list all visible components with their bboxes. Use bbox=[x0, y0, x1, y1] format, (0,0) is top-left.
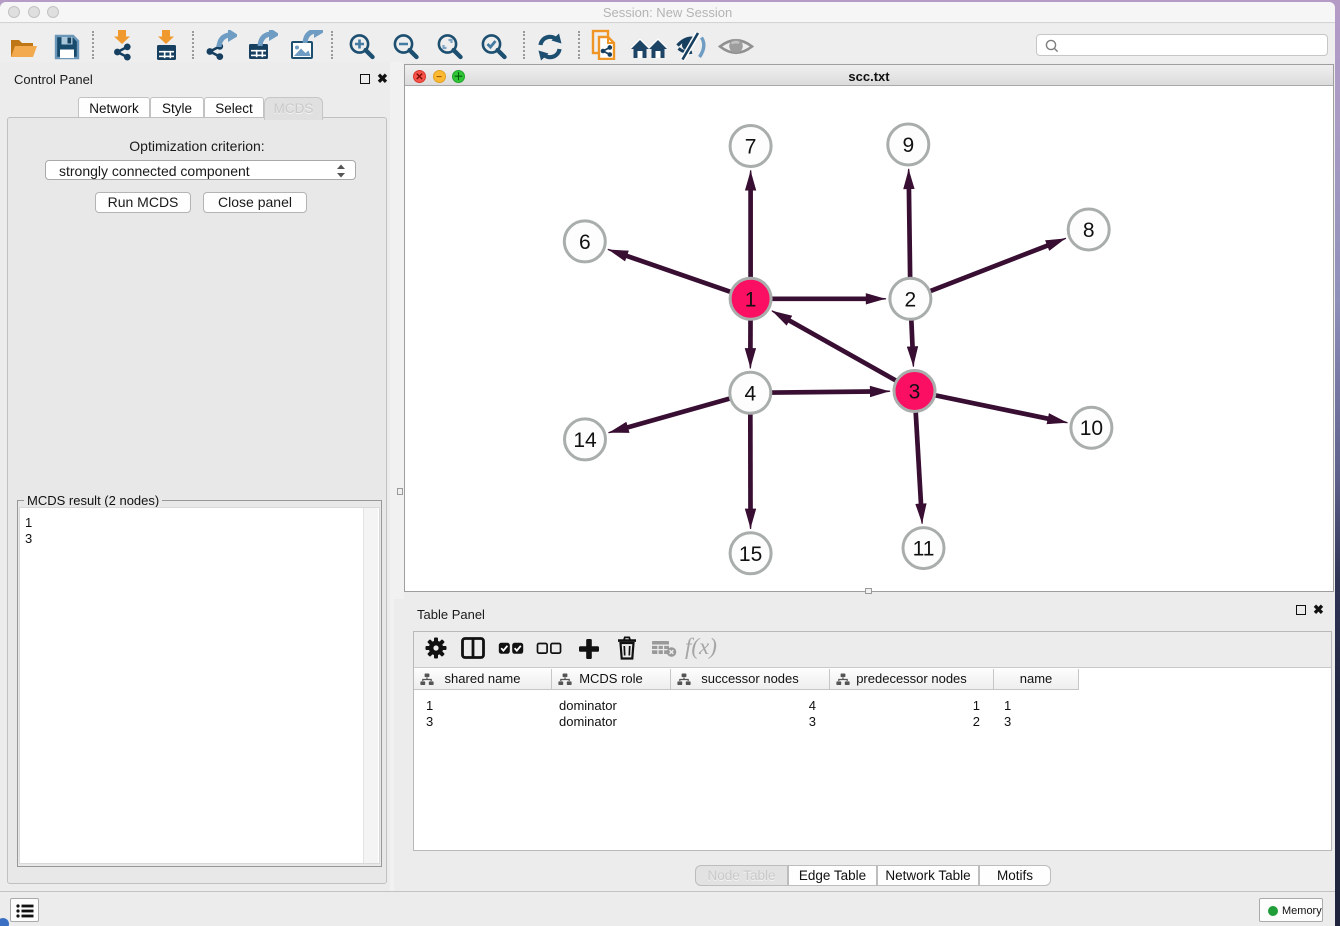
svg-text:2: 2 bbox=[905, 288, 917, 311]
svg-text:15: 15 bbox=[739, 543, 762, 566]
svg-text:9: 9 bbox=[902, 134, 914, 157]
svg-text:4: 4 bbox=[744, 382, 756, 405]
svg-text:14: 14 bbox=[573, 429, 597, 452]
svg-text:3: 3 bbox=[909, 381, 921, 404]
svg-text:10: 10 bbox=[1080, 417, 1103, 440]
svg-text:11: 11 bbox=[913, 538, 935, 561]
svg-text:1: 1 bbox=[745, 288, 757, 311]
svg-text:7: 7 bbox=[745, 136, 757, 159]
svg-text:6: 6 bbox=[579, 231, 591, 254]
svg-text:8: 8 bbox=[1083, 219, 1095, 242]
